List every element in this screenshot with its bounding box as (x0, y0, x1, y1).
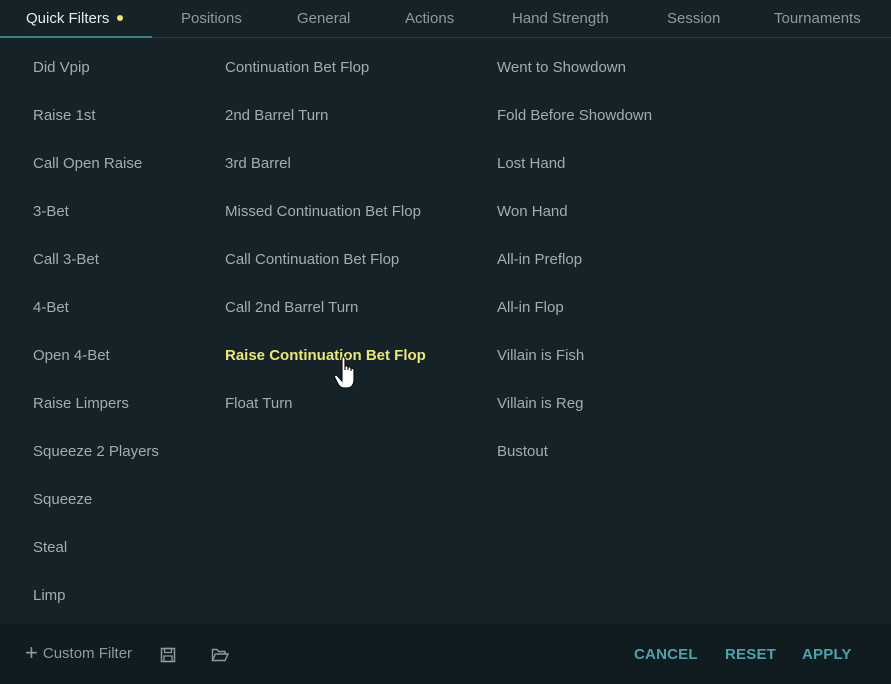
cancel-button[interactable]: CANCEL (634, 646, 698, 663)
quick-filter-item[interactable]: 4-Bet (33, 296, 159, 344)
tab-general[interactable]: General (297, 0, 350, 38)
active-tab-underline (0, 36, 152, 38)
apply-button[interactable]: APPLY (802, 646, 852, 663)
filter-column-showdown: Went to Showdown Fold Before Showdown Lost… (497, 56, 652, 488)
filter-column-preflop: Did Vpip Raise 1st Call Open Raise 3-Bet Cal… (33, 56, 159, 632)
plus-icon: + (25, 640, 38, 665)
quick-filter-item[interactable]: 2nd Barrel Turn (225, 104, 426, 152)
active-indicator-dot (117, 15, 124, 22)
filter-tabs: Quick Filters Positions General Actions … (0, 0, 891, 38)
quick-filter-item[interactable]: Call Open Raise (33, 152, 159, 200)
tab-actions[interactable]: Actions (405, 0, 454, 38)
quick-filter-item[interactable]: Raise Limpers (33, 392, 159, 440)
tab-session[interactable]: Session (667, 0, 720, 38)
quick-filter-item[interactable]: Raise 1st (33, 104, 159, 152)
quick-filter-item[interactable]: Call 3-Bet (33, 248, 159, 296)
quick-filter-item[interactable]: Steal (33, 536, 159, 584)
quick-filter-item[interactable]: 3-Bet (33, 200, 159, 248)
add-custom-filter-button[interactable]: + Custom Filter (25, 640, 133, 665)
footer-bar: + Custom Filter CANCEL RESET APPLY (0, 624, 891, 684)
tab-hand-strength[interactable]: Hand Strength (512, 0, 609, 38)
quick-filter-item[interactable]: Villain is Fish (497, 344, 652, 392)
tab-tournaments[interactable]: Tournaments (774, 0, 861, 38)
quick-filter-item[interactable]: Went to Showdown (497, 56, 652, 104)
tab-positions[interactable]: Positions (181, 0, 242, 38)
quick-filter-item[interactable]: Float Turn (225, 392, 426, 440)
quick-filter-item[interactable]: Lost Hand (497, 152, 652, 200)
reset-button[interactable]: RESET (725, 646, 776, 663)
quick-filter-item[interactable]: Did Vpip (33, 56, 159, 104)
quick-filter-item[interactable]: All-in Preflop (497, 248, 652, 296)
tab-label: Quick Filters (26, 10, 110, 27)
folder-open-icon[interactable] (211, 647, 229, 663)
filter-column-postflop: Continuation Bet Flop 2nd Barrel Turn 3rd … (225, 56, 426, 440)
quick-filter-item[interactable]: Raise Continuation Bet Flop (225, 344, 426, 392)
quick-filter-item[interactable]: Missed Continuation Bet Flop (225, 200, 426, 248)
quick-filter-item[interactable]: Villain is Reg (497, 392, 652, 440)
quick-filter-item[interactable]: Call 2nd Barrel Turn (225, 296, 426, 344)
tab-quick-filters[interactable]: Quick Filters (26, 0, 124, 38)
quick-filter-item[interactable]: Won Hand (497, 200, 652, 248)
quick-filter-item[interactable]: 3rd Barrel (225, 152, 426, 200)
quick-filter-item[interactable]: All-in Flop (497, 296, 652, 344)
quick-filter-item[interactable]: Open 4-Bet (33, 344, 159, 392)
quick-filter-item[interactable]: Bustout (497, 440, 652, 488)
custom-filter-label: Custom Filter (42, 644, 133, 662)
quick-filter-item[interactable]: Call Continuation Bet Flop (225, 248, 426, 296)
quick-filter-item[interactable]: Continuation Bet Flop (225, 56, 426, 104)
quick-filter-item[interactable]: Fold Before Showdown (497, 104, 652, 152)
quick-filter-item[interactable]: Squeeze 2 Players (33, 440, 159, 488)
save-icon[interactable] (160, 647, 176, 663)
quick-filter-item[interactable]: Squeeze (33, 488, 159, 536)
